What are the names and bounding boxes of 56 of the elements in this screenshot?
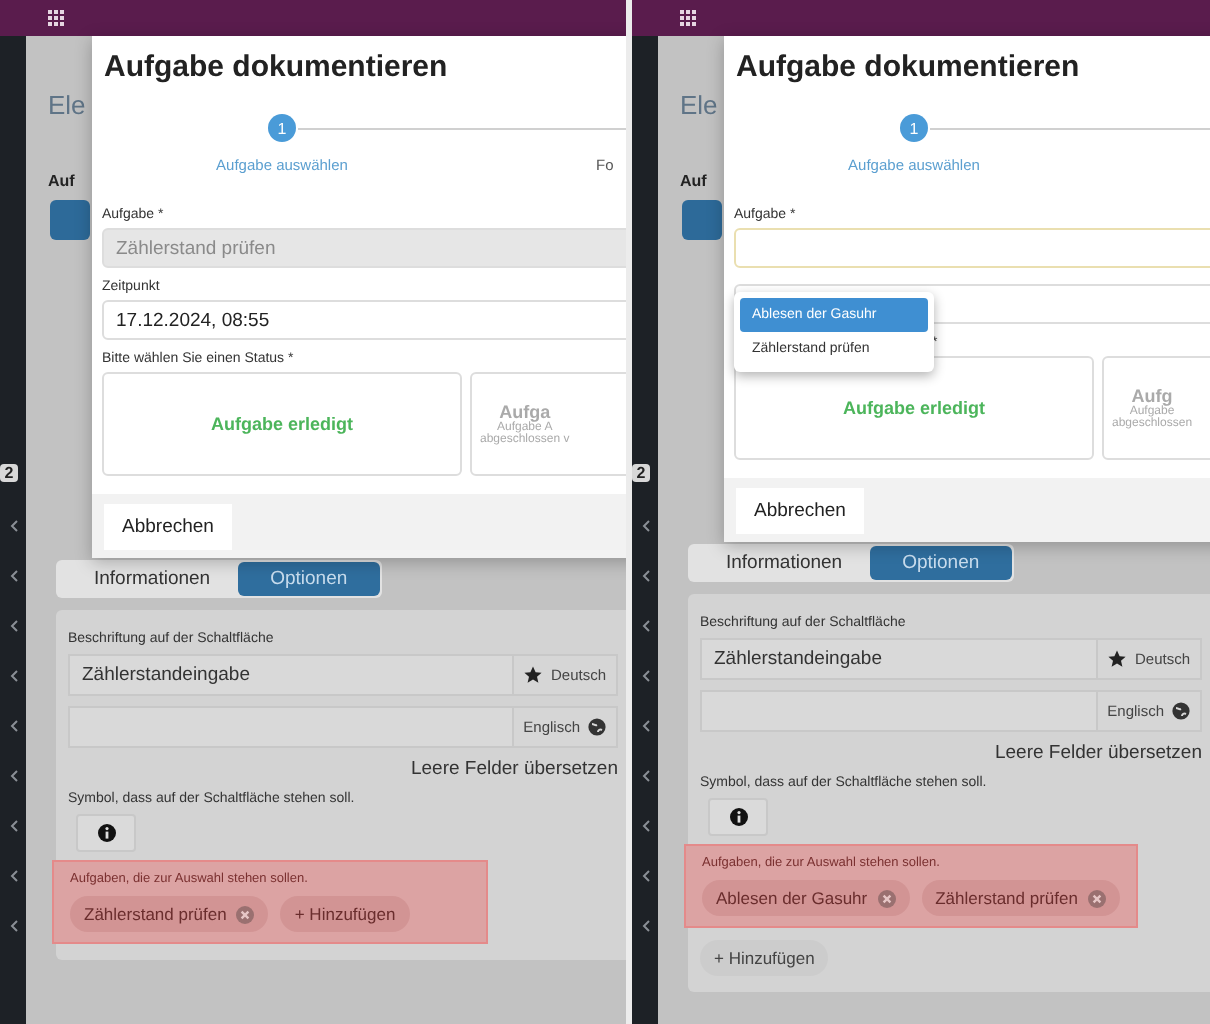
input-field[interactable]: Zählerstandeingabe <box>700 638 1099 680</box>
input-field[interactable]: 17.12.2024, 08:55 <box>102 300 626 340</box>
tab[interactable]: Optionen <box>870 546 1012 580</box>
chevron-icon[interactable] <box>641 870 649 882</box>
chevron-icon[interactable] <box>9 570 17 582</box>
translate-button[interactable]: Leere Felder übersetzen <box>994 742 1202 764</box>
chevron-icon[interactable] <box>9 920 17 932</box>
cancel-button[interactable]: Abbrechen <box>736 487 864 533</box>
chevron-icon[interactable] <box>641 920 649 932</box>
chevron-icon[interactable] <box>9 870 17 882</box>
chevron-icon[interactable] <box>9 720 17 732</box>
chip-label: Zählerstand prüfen <box>84 904 227 924</box>
step-number: 1 <box>268 114 296 142</box>
chevron-icon[interactable] <box>641 520 649 532</box>
chip-label: Ablesen der Gasuhr <box>716 888 868 908</box>
grid-icon[interactable] <box>48 10 64 26</box>
chevron-icon[interactable] <box>9 670 17 682</box>
section-heading: Auf <box>680 172 707 190</box>
step-number: 1 <box>900 114 928 142</box>
notification-badge: 2 <box>0 464 18 482</box>
chevron-icon[interactable] <box>641 620 649 632</box>
chevron-icon[interactable] <box>9 520 17 532</box>
tab[interactable]: Informationen <box>58 562 239 596</box>
remove-icon[interactable] <box>877 889 896 907</box>
chevron-icon[interactable] <box>9 620 17 632</box>
chevron-icon[interactable] <box>641 670 649 682</box>
input-field[interactable]: Zählerstandeingabe <box>68 654 515 696</box>
dialog-title: Aufgabe dokumentieren <box>102 48 450 84</box>
cancel-button[interactable]: Abbrechen <box>104 503 232 549</box>
star-icon <box>1108 650 1127 668</box>
chip-label: Zählerstand prüfen <box>935 888 1078 908</box>
add-button[interactable]: + Hinzufügen <box>700 940 829 976</box>
info-icon <box>97 824 115 842</box>
section-heading: Auf <box>48 172 75 190</box>
add-button[interactable]: + Hinzufügen <box>280 896 410 932</box>
icon-picker-button[interactable] <box>76 814 136 852</box>
chevron-icon[interactable] <box>9 820 17 832</box>
info-icon <box>729 808 747 826</box>
tab[interactable]: Informationen <box>690 546 871 580</box>
chevron-icon[interactable] <box>641 570 649 582</box>
remove-icon[interactable] <box>236 905 255 923</box>
chevron-icon[interactable] <box>641 770 649 782</box>
chevron-icon[interactable] <box>9 770 17 782</box>
star-icon <box>524 666 543 684</box>
notification-badge: 2 <box>632 464 650 482</box>
input-field[interactable] <box>734 228 1210 268</box>
grid-icon[interactable] <box>680 10 696 26</box>
chevron-icon[interactable] <box>641 820 649 832</box>
page-title: Ele <box>48 90 86 120</box>
chevron-icon[interactable] <box>641 720 649 732</box>
page-title: Ele <box>680 90 718 120</box>
icon-picker-button[interactable] <box>708 798 768 836</box>
translate-button[interactable]: Leere Felder übersetzen <box>410 758 618 780</box>
tab[interactable]: Optionen <box>238 562 380 596</box>
dialog-title: Aufgabe dokumentieren <box>734 48 1082 84</box>
remove-icon[interactable] <box>1087 889 1106 907</box>
